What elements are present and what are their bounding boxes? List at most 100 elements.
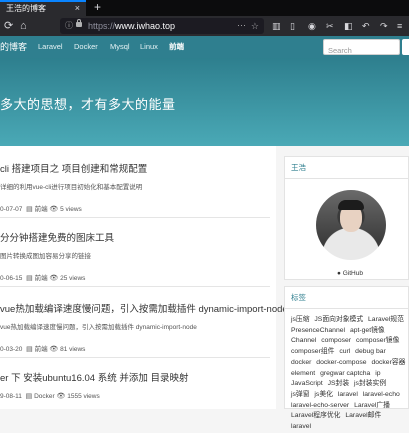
tag-cloud: js压缩 JS面向对象模式 Laravel规范 PresenceChannel … [291,315,409,433]
nav-link-docker[interactable]: Docker [74,36,98,58]
post-excerpt: vue热加载编译速度慢问题，引入按需加载插件 dynamic-import-no… [0,324,197,331]
undo-icon[interactable]: ↶ [362,20,370,32]
post-title[interactable]: er 下 安装ubuntu16.04 系统 并添加 目录映射 [0,370,188,384]
tag[interactable]: composer [321,337,351,344]
post-date: 9-08-11 [0,393,22,400]
post-meta: 0-06-15 ▤ 前端 👁 25 views [0,272,85,282]
post-category[interactable]: 前端 [35,206,48,213]
search-box [323,39,402,58]
screenshot-icon[interactable]: ✂ [326,20,334,32]
post-title[interactable]: 分分钟搭建免费的图床工具 [0,230,114,244]
post-divider [0,286,270,287]
post-date: 0-06-15 [0,275,23,282]
tag[interactable]: docker [291,359,311,366]
post-date: 0-07-07 [0,206,23,213]
close-tab-icon[interactable]: × [75,2,80,15]
tag[interactable]: laravel-echo-server [291,402,349,409]
hero-banner: 多大的思想，才有多大的能量 [0,58,409,146]
eye-icon: 👁 [49,206,59,213]
address-bar[interactable]: ⓘ https://www.iwhao.top ··· ☆ [60,18,264,34]
bookmark-star-icon[interactable]: ☆ [251,18,259,34]
tag[interactable]: element [291,370,315,377]
nav-link-mysql[interactable]: Mysql [110,36,130,58]
site-logo[interactable]: 的博客 [0,36,27,58]
post-title[interactable]: cli 搭建项目之 项目创建和常规配置 [0,161,147,175]
tag[interactable]: composer组件 [291,348,334,355]
post-meta: 0-03-20 ▤ 前端 👁 81 views [0,343,85,353]
avatar-hair [338,200,364,210]
tag[interactable]: gregwar captcha [320,370,370,377]
reload-icon[interactable]: ⟳ [4,19,13,33]
post-category[interactable]: Docker [34,393,55,400]
post-meta: 9-08-11 ▤ Docker 👁 1555 views [0,392,100,400]
search-input[interactable] [324,43,402,58]
post-date: 0-03-20 [0,346,23,353]
tags-panel: 标签 js压缩 JS面向对象模式 Laravel规范 PresenceChann… [284,286,409,430]
tag[interactable]: Channel [291,337,316,344]
tag[interactable]: JavaScript [291,380,323,387]
tag[interactable]: js封装实例 [354,380,386,387]
redo-icon[interactable]: ↷ [380,20,388,32]
tag[interactable]: Laravel程序优化 [291,412,340,419]
eye-icon: 👁 [56,393,66,400]
category-icon: ▤ [24,206,33,213]
url-prefix: https:// [88,21,116,31]
tag[interactable]: debug bar [355,348,386,355]
author-panel-title: 王浩 [285,157,408,179]
url-text[interactable]: https://www.iwhao.top [88,18,175,34]
tags-panel-title: 标签 [285,287,408,309]
tag[interactable]: PresenceChannel [291,327,345,334]
eye-icon: 👁 [49,275,59,282]
category-icon: ▤ [24,346,33,353]
nav-link-laravel[interactable]: Laravel [38,36,63,58]
tag[interactable]: Laravel规范 [368,316,404,323]
tag[interactable]: laravel [291,423,311,430]
info-icon[interactable]: ⓘ [65,20,73,32]
tag[interactable]: docker容器 [371,359,405,366]
post-title[interactable]: vue热加载编译速度慢问题，引入按需加载插件 dynamic-import-no… [0,301,288,315]
home-icon[interactable]: ⌂ [20,19,27,33]
tag[interactable]: docker-compose [316,359,366,366]
extension-icon[interactable]: ◧ [344,20,353,32]
eye-icon: 👁 [49,346,59,353]
github-label: GitHub [342,270,363,277]
menu-icon[interactable]: ≡ [397,20,402,32]
new-tab-icon[interactable]: + [94,0,101,15]
tag[interactable]: js压缩 [291,316,310,323]
account-icon[interactable]: ◉ [308,20,316,32]
tag[interactable]: JS封装 [328,380,350,387]
tag[interactable]: curl [339,348,350,355]
sidebar-icon[interactable]: ▯ [290,20,295,32]
tag[interactable]: laravel [338,391,358,398]
tag[interactable]: laravel-echo [363,391,400,398]
tag[interactable]: JS面向对象模式 [314,316,363,323]
post-category[interactable]: 前端 [35,275,48,282]
site-navbar: 的博客 Laravel Docker Mysql Linux 前端 [0,36,409,58]
search-button[interactable] [402,39,409,55]
post-excerpt: 图片转换成图加容易分享的链接 [0,253,91,260]
tag[interactable]: Laravel广播 [354,402,390,409]
tag[interactable]: js弹窗 [291,391,310,398]
nav-link-frontend[interactable]: 前端 [169,36,184,58]
tag[interactable]: apt-get镜像 [350,327,385,334]
post-category[interactable]: 前端 [35,346,48,353]
tag[interactable]: composer镜像 [356,337,399,344]
github-link[interactable]: ● GitHub [337,270,363,277]
tag[interactable]: js美化 [314,391,333,398]
tag[interactable]: ip [375,370,380,377]
nav-link-linux[interactable]: Linux [140,36,158,58]
post-divider [0,357,270,358]
page-actions-icon[interactable]: ··· [237,18,246,33]
post-views: 25 views [60,275,86,282]
tab-title: 王浩的博客 [6,4,46,13]
avatar [316,190,386,260]
browser-tab[interactable]: 王浩的博客 × [0,0,86,16]
github-icon: ● [337,270,341,277]
post-views: 5 views [60,206,82,213]
lock-icon [76,19,82,27]
tag[interactable]: Laravel邮件 [345,412,381,419]
post-views: 81 views [60,346,86,353]
library-icon[interactable]: ▥ [272,20,281,32]
browser-tab-bar: 王浩的博客 × + [0,0,409,16]
category-icon: ▤ [23,393,33,400]
